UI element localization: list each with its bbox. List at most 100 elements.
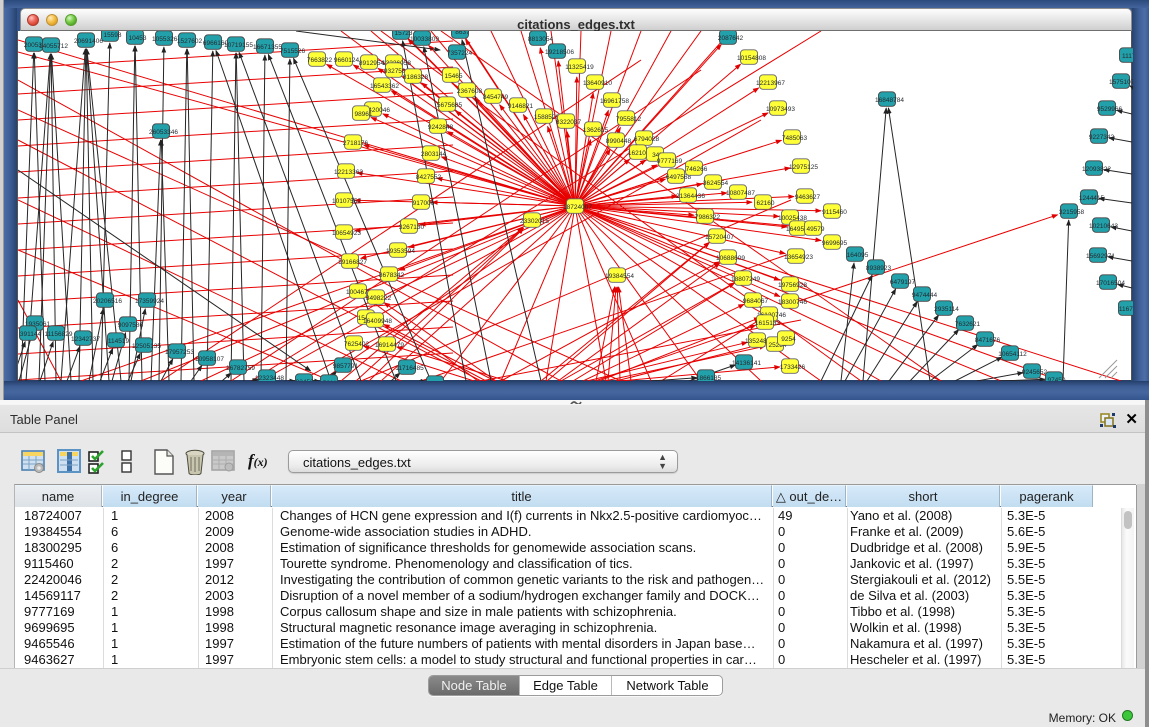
svg-text:10107552: 10107552 — [332, 198, 361, 205]
svg-text:9474444: 9474444 — [912, 292, 938, 299]
svg-text:10453: 10453 — [128, 35, 146, 42]
svg-text:3215958: 3215958 — [1059, 209, 1085, 216]
svg-text:8813054: 8813054 — [528, 36, 554, 43]
svg-text:114519: 114519 — [108, 338, 130, 345]
svg-text:7625402: 7625402 — [344, 341, 370, 348]
svg-text:10973493: 10973493 — [766, 106, 795, 113]
svg-text:20206516: 20206516 — [93, 298, 122, 305]
svg-text:9857791: 9857791 — [333, 363, 359, 370]
svg-text:6479197: 6479197 — [890, 279, 916, 286]
svg-text:9254: 9254 — [781, 336, 796, 343]
svg-text:8427552: 8427552 — [416, 174, 442, 181]
svg-text:13654923: 13654923 — [784, 254, 813, 261]
svg-text:9146821: 9146821 — [508, 103, 534, 110]
svg-text:12505135: 12505135 — [132, 343, 161, 350]
svg-text:16914479: 16914479 — [375, 342, 404, 349]
svg-text:8938923: 8938923 — [866, 265, 892, 272]
svg-text:12323448: 12323448 — [255, 375, 284, 381]
svg-text:11716485: 11716485 — [395, 365, 424, 372]
svg-text:49579: 49579 — [806, 226, 824, 233]
svg-text:12342737: 12342737 — [71, 336, 100, 343]
svg-text:8454749: 8454749 — [483, 94, 509, 101]
svg-text:23302015: 23302015 — [520, 218, 549, 225]
svg-text:6794028: 6794028 — [634, 136, 660, 143]
svg-text:11325419: 11325419 — [565, 64, 594, 71]
svg-text:917006: 917006 — [413, 200, 435, 207]
svg-text:17359924: 17359924 — [135, 298, 164, 305]
svg-text:9097586: 9097586 — [118, 322, 144, 329]
svg-text:18807249: 18807249 — [731, 276, 760, 283]
svg-text:7955812: 7955812 — [616, 116, 642, 123]
svg-text:10654923: 10654923 — [332, 230, 361, 237]
svg-text:12213967: 12213967 — [756, 80, 785, 87]
svg-text:10033809: 10033809 — [410, 36, 439, 43]
svg-text:7515526: 7515526 — [280, 48, 306, 55]
svg-text:8186328: 8186328 — [403, 74, 429, 81]
svg-text:15692971: 15692971 — [1086, 253, 1115, 260]
svg-text:19353594: 19353594 — [386, 248, 415, 255]
svg-text:8471676: 8471676 — [975, 337, 1001, 344]
svg-text:7357224: 7357224 — [447, 50, 473, 57]
svg-text:10210643: 10210643 — [1089, 223, 1118, 230]
svg-text:3498222: 3498222 — [366, 295, 392, 302]
svg-text:14055712: 14055712 — [39, 43, 68, 50]
svg-text:15465: 15465 — [444, 73, 462, 80]
svg-text:9463627: 9463627 — [795, 194, 821, 201]
svg-text:2718176: 2718176 — [343, 140, 369, 147]
svg-text:5675685: 5675685 — [437, 102, 463, 109]
svg-text:1733426: 1733426 — [780, 364, 806, 371]
svg-text:164095: 164095 — [847, 252, 869, 259]
svg-text:10958107: 10958107 — [195, 356, 224, 363]
svg-text:8322037: 8322037 — [556, 119, 582, 126]
svg-text:924502: 924502 — [296, 379, 318, 381]
svg-text:391144: 391144 — [20, 331, 42, 338]
svg-text:16961758: 16961758 — [600, 98, 629, 105]
svg-text:1615132: 1615132 — [755, 320, 781, 327]
svg-text:15751074: 15751074 — [1109, 79, 1133, 86]
svg-text:1244415: 1244415 — [1079, 195, 1105, 202]
svg-text:8637: 8637 — [455, 31, 470, 36]
svg-text:16848784: 16848784 — [875, 97, 904, 104]
svg-text:12213363: 12213363 — [334, 169, 363, 176]
svg-text:9699695: 9699695 — [822, 240, 848, 247]
svg-text:2087642: 2087642 — [718, 35, 744, 42]
svg-text:9227342: 9227342 — [1089, 134, 1115, 141]
svg-text:19756928: 19756928 — [778, 282, 807, 289]
svg-text:98961: 98961 — [354, 111, 372, 118]
svg-text:13640910: 13640910 — [583, 80, 612, 87]
svg-text:7663822: 7663822 — [307, 57, 333, 64]
svg-text:9777169: 9777169 — [657, 158, 683, 165]
svg-text:10654112: 10654112 — [998, 351, 1027, 358]
svg-text:10719155: 10719155 — [224, 42, 253, 49]
svg-text:19218506: 19218506 — [545, 49, 574, 56]
svg-text:19166827: 19166827 — [338, 259, 367, 266]
svg-text:7485063: 7485063 — [782, 135, 808, 142]
svg-text:9660124: 9660124 — [334, 57, 360, 64]
svg-text:9684067: 9684067 — [743, 298, 769, 305]
svg-text:3624554: 3624554 — [703, 180, 729, 187]
svg-text:18300746: 18300746 — [778, 299, 807, 306]
svg-text:15720407: 15720407 — [705, 234, 734, 241]
svg-text:16543362: 16543362 — [370, 83, 399, 90]
svg-text:12975125: 12975125 — [789, 164, 818, 171]
svg-text:18724007: 18724007 — [563, 204, 592, 211]
svg-text:9529966: 9529966 — [1097, 106, 1123, 113]
svg-text:1527602: 1527602 — [177, 38, 203, 45]
svg-text:14136141: 14136141 — [732, 360, 761, 367]
svg-text:2367608: 2367608 — [457, 88, 483, 95]
svg-text:9242848: 9242848 — [428, 124, 454, 131]
svg-text:11171: 11171 — [1122, 53, 1133, 60]
svg-text:1362615: 1362615 — [583, 127, 609, 134]
svg-text:12093822: 12093822 — [1082, 166, 1111, 173]
svg-text:10154808: 10154808 — [737, 55, 766, 62]
svg-text:8912954: 8912954 — [359, 60, 385, 67]
svg-text:19384554: 19384554 — [605, 273, 634, 280]
svg-text:9115460: 9115460 — [822, 209, 847, 216]
svg-text:10807487: 10807487 — [726, 190, 755, 197]
svg-text:15598: 15598 — [103, 32, 121, 39]
svg-text:97450: 97450 — [1047, 377, 1065, 381]
svg-text:2803144: 2803144 — [421, 151, 447, 158]
svg-text:10688609: 10688609 — [716, 255, 745, 262]
svg-text:746266: 746266 — [686, 166, 708, 173]
svg-text:16409948: 16409948 — [363, 318, 392, 325]
